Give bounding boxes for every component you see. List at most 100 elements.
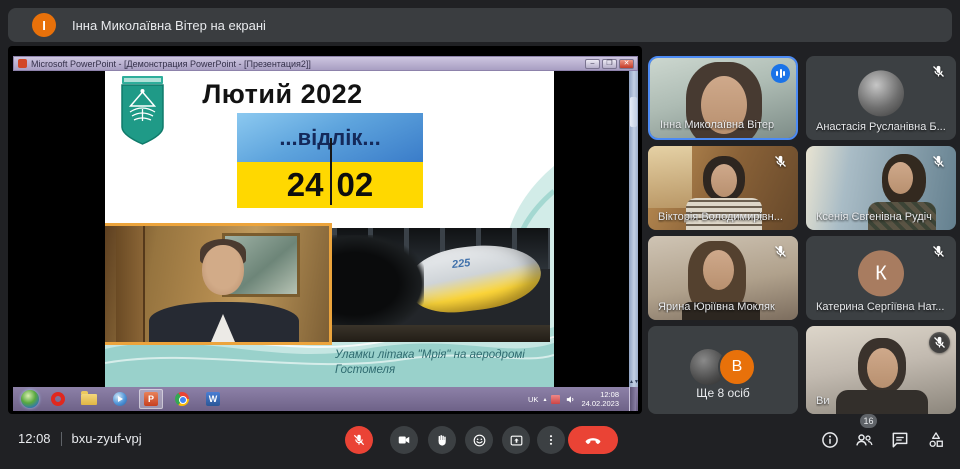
minimize-button[interactable]: – xyxy=(585,58,600,69)
participant-tile[interactable]: Ксенія Євгенівна Рудіч xyxy=(806,146,956,230)
taskbar-item-opera[interactable] xyxy=(46,389,70,409)
taskbar-item-explorer[interactable] xyxy=(77,389,101,409)
mriya-wreckage-photo: 225 xyxy=(332,228,550,342)
participant-name: Анастасія Русланівна Б... xyxy=(816,121,946,133)
close-button[interactable]: ✕ xyxy=(619,58,634,69)
word-icon: W xyxy=(206,392,220,406)
taskbar-item-word[interactable]: W xyxy=(201,389,225,409)
self-view-tile[interactable]: Ви xyxy=(806,326,956,414)
windows-taskbar: P W UK ▴ 12:08 24.02.2023 xyxy=(13,387,638,411)
participant-tile[interactable]: Ярина Юріївна Мокляк xyxy=(648,236,798,320)
start-button[interactable] xyxy=(21,390,39,408)
debris xyxy=(332,234,424,333)
participant-tile[interactable]: Інна Миколаївна Вітер xyxy=(648,56,798,140)
flag-divider-line xyxy=(330,138,332,205)
mic-off-icon xyxy=(775,155,786,167)
mic-off-icon xyxy=(933,155,944,167)
tray-speaker-icon[interactable] xyxy=(565,394,576,405)
people-icon xyxy=(856,434,873,446)
hand-icon xyxy=(438,434,446,446)
activities-icon xyxy=(929,432,943,447)
speaking-indicator-icon xyxy=(771,64,790,83)
maximize-button[interactable]: ❐ xyxy=(602,58,617,69)
media-player-icon xyxy=(113,392,127,406)
powerpoint-titlebar[interactable]: Microsoft PowerPoint - [Демонстрация Pow… xyxy=(13,56,638,71)
participant-name: Вікторія Володимирівн... xyxy=(658,211,783,223)
participants-panel-button[interactable] xyxy=(854,430,874,450)
participants-count-badge: 16 xyxy=(860,414,877,428)
participant-tile[interactable]: Вікторія Володимирівн... xyxy=(648,146,798,230)
opera-icon xyxy=(51,392,65,406)
presenting-banner-text: Інна Миколаївна Вітер на екрані xyxy=(72,17,266,33)
mic-off-icon xyxy=(353,434,365,446)
door-frame xyxy=(116,226,146,342)
tray-clock[interactable]: 12:08 24.02.2023 xyxy=(581,390,619,408)
participant-name: Катерина Сергіївна Нат... xyxy=(816,301,945,313)
taskbar-item-media-player[interactable] xyxy=(108,389,132,409)
participant-name: Ксенія Євгенівна Рудіч xyxy=(816,211,932,223)
president-photo xyxy=(105,223,332,345)
more-options-button[interactable] xyxy=(537,426,565,454)
ukraine-flag-graphic: ...відлік... 24 02 xyxy=(237,113,423,208)
chat-icon xyxy=(892,432,908,448)
present-screen-button[interactable] xyxy=(502,426,530,454)
overflow-participants-tile[interactable]: B Ще 8 осіб xyxy=(648,326,798,414)
chrome-icon xyxy=(175,392,189,406)
taskbar-item-chrome[interactable] xyxy=(170,389,194,409)
mic-off-icon xyxy=(933,245,944,257)
flag-date-month: 02 xyxy=(336,166,374,203)
slide-title: Лютий 2022 xyxy=(202,79,363,109)
powerpoint-app-icon xyxy=(18,59,27,68)
avatar xyxy=(858,70,904,117)
mic-off-icon xyxy=(933,65,944,77)
tray-action-center-icon[interactable] xyxy=(551,394,561,404)
participant-name: Ярина Юріївна Мокляк xyxy=(658,301,775,313)
avatar: К xyxy=(858,250,904,297)
activities-button[interactable] xyxy=(926,430,946,450)
camera-toggle-button[interactable] xyxy=(390,426,418,454)
powerpoint-window: Microsoft PowerPoint - [Демонстрация Pow… xyxy=(13,56,639,411)
reactions-button[interactable] xyxy=(465,426,493,454)
folder-icon xyxy=(81,390,97,405)
scrollbar-thumb[interactable] xyxy=(630,97,637,127)
participant-tile[interactable]: Анастасія Русланівна Б... xyxy=(806,56,956,140)
participant-name: Ви xyxy=(816,395,830,407)
powerpoint-icon: P xyxy=(144,392,158,406)
mic-toggle-button[interactable] xyxy=(345,426,373,454)
raise-hand-button[interactable] xyxy=(428,426,456,454)
vertical-scrollbar[interactable]: ▲▼ xyxy=(629,71,639,387)
more-vert-icon xyxy=(549,435,553,445)
meeting-code: bxu-zyuf-vpj xyxy=(71,431,142,446)
meeting-details-button[interactable] xyxy=(820,430,840,450)
presenting-banner: І Інна Миколаївна Вітер на екрані xyxy=(8,8,952,42)
show-desktop-button[interactable] xyxy=(629,387,636,411)
smiley-icon xyxy=(473,434,485,446)
plane-number: 225 xyxy=(451,256,471,271)
scrollbar-arrows[interactable]: ▲▼ xyxy=(629,380,639,385)
tray-language[interactable]: UK xyxy=(528,395,538,404)
present-icon xyxy=(510,435,522,445)
mic-off-icon xyxy=(929,332,950,353)
presenter-avatar: І xyxy=(32,13,56,37)
end-call-icon xyxy=(585,438,601,445)
clock: 12:08 xyxy=(18,431,51,446)
camera-icon xyxy=(398,436,410,444)
photo-caption: Уламки літака "Мрія" на аеродромі Гостом… xyxy=(335,349,525,376)
meeting-info: 12:08 bxu-zyuf-vpj xyxy=(18,431,142,446)
flag-date-day: 24 xyxy=(286,166,324,203)
info-icon xyxy=(822,432,838,448)
screen-share-region[interactable]: Microsoft PowerPoint - [Демонстрация Pow… xyxy=(8,46,642,414)
google-meet-window: І Інна Миколаївна Вітер на екрані Micros… xyxy=(0,0,960,469)
avatar: B xyxy=(718,348,756,386)
presentation-area: Лютий 2022 ...відлік... 24 02 225 Уламки… xyxy=(13,71,639,387)
powerpoint-window-title: Microsoft PowerPoint - [Демонстрация Pow… xyxy=(31,58,311,69)
participant-tile[interactable]: К Катерина Сергіївна Нат... xyxy=(806,236,956,320)
chat-panel-button[interactable] xyxy=(890,430,910,450)
mic-off-icon xyxy=(775,245,786,257)
participant-name: Інна Миколаївна Вітер xyxy=(660,119,775,131)
slide: Лютий 2022 ...відлік... 24 02 225 Уламки… xyxy=(105,71,554,387)
tray-expand-icon[interactable]: ▴ xyxy=(543,396,546,403)
taskbar-item-powerpoint[interactable]: P xyxy=(139,389,163,409)
overflow-count-label: Ще 8 осіб xyxy=(696,386,750,400)
leave-call-button[interactable] xyxy=(568,426,618,454)
